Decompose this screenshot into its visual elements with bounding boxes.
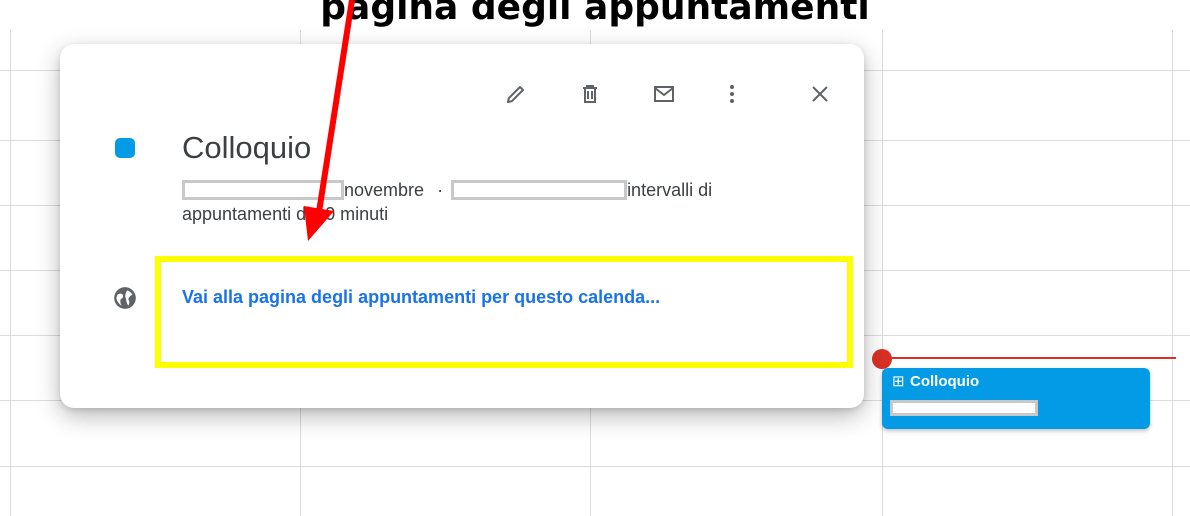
redacted-block — [890, 400, 1038, 416]
current-time-dot — [872, 349, 892, 369]
trash-icon — [583, 85, 597, 103]
detail-separator: · — [437, 180, 444, 200]
event-interval-text-line2: appuntamenti di 10 minuti — [182, 204, 389, 224]
email-guests-button[interactable] — [644, 74, 684, 114]
grid-line — [1172, 30, 1173, 516]
event-details: novembre · intervalli di appuntamenti di … — [182, 178, 832, 226]
vertical-dots-icon — [730, 85, 734, 103]
booking-page-link[interactable]: Vai alla pagina degli appuntamenti per q… — [182, 284, 660, 310]
calendar-event-chip[interactable]: ⊞ Colloquio — [882, 368, 1150, 429]
annotation-caption: pagina degli appuntamenti — [320, 0, 870, 28]
current-time-line — [882, 357, 1176, 359]
globe-icon — [114, 287, 136, 309]
grid-line — [0, 466, 1190, 467]
grid-line — [882, 30, 883, 516]
redacted-block — [182, 180, 344, 200]
more-options-button[interactable] — [712, 74, 752, 114]
appointment-grid-icon: ⊞ — [892, 373, 905, 390]
event-title: Colloquio — [182, 130, 312, 165]
event-color-indicator — [115, 138, 135, 158]
redacted-block — [451, 180, 628, 200]
close-icon — [812, 86, 828, 102]
pencil-icon — [507, 86, 524, 103]
grid-line — [10, 30, 11, 516]
event-interval-text: intervalli di — [627, 180, 713, 200]
delete-button[interactable] — [570, 74, 610, 114]
event-chip-title: Colloquio — [910, 373, 980, 390]
edit-button[interactable] — [496, 74, 536, 114]
envelope-icon — [654, 86, 674, 102]
event-details-popup: Colloquio novembre · intervalli di appunt… — [60, 44, 864, 408]
close-button[interactable] — [800, 74, 840, 114]
event-month: novembre — [344, 180, 425, 200]
